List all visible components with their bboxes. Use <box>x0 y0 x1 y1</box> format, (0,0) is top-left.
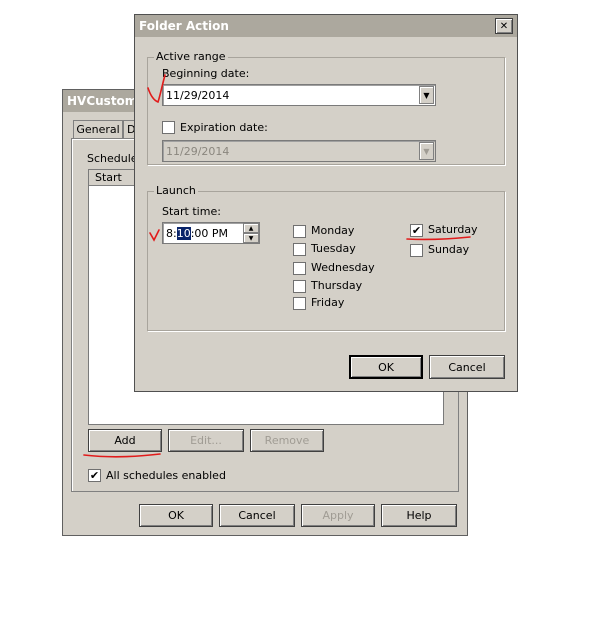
time-hour: 8: <box>166 226 177 240</box>
beginning-date-picker[interactable]: 11/29/2014 <box>162 84 436 106</box>
active-range-group: Active range Beginning date: 11/29/2014 … <box>147 50 505 165</box>
beginning-date-label: Beginning date: <box>162 67 250 80</box>
add-button[interactable]: Add <box>88 429 162 452</box>
launch-group: Launch Start time: 8: 10:00 PM ▲ ▼ Monday… <box>147 184 505 331</box>
saturday-checkbox[interactable]: ✔ <box>410 224 423 237</box>
launch-label: Launch <box>154 184 198 197</box>
sunday-label: Sunday <box>428 243 470 256</box>
tab-general-label: General <box>76 123 120 136</box>
time-minute-selected: 10 <box>176 226 191 240</box>
tuesday-label: Tuesday <box>311 242 356 255</box>
monday-label: Monday <box>311 224 355 237</box>
expiration-date-label: Expiration date: <box>180 121 268 134</box>
tuesday-checkbox[interactable] <box>293 243 306 256</box>
wednesday-checkbox[interactable] <box>293 262 306 275</box>
folder-action-cancel-button[interactable]: Cancel <box>429 355 505 379</box>
expiration-date-picker[interactable]: 11/29/2014 <box>162 140 436 162</box>
friday-label: Friday <box>311 296 345 309</box>
expiration-date-checkbox[interactable] <box>162 121 175 134</box>
time-rest: :00 PM <box>190 226 229 240</box>
tab-general[interactable]: General <box>73 120 123 138</box>
folder-action-ok-button[interactable]: OK <box>349 355 423 379</box>
thursday-checkbox[interactable] <box>293 280 306 293</box>
thursday-label: Thursday <box>311 279 363 292</box>
start-time-label: Start time: <box>162 205 221 218</box>
column-header-start-label: Start <box>95 171 122 184</box>
all-schedules-enabled-label: All schedules enabled <box>106 469 226 482</box>
properties-apply-button[interactable]: Apply <box>301 504 375 527</box>
properties-ok-button[interactable]: OK <box>139 504 213 527</box>
properties-cancel-button[interactable]: Cancel <box>219 504 295 527</box>
wednesday-label: Wednesday <box>311 261 375 274</box>
friday-checkbox[interactable] <box>293 297 306 310</box>
active-range-label: Active range <box>154 50 228 63</box>
spin-up-icon[interactable]: ▲ <box>243 223 259 233</box>
beginning-date-value: 11/29/2014 <box>166 88 230 102</box>
folder-action-title: Folder Action <box>139 19 229 33</box>
all-schedules-enabled-checkbox[interactable]: ✔ <box>88 469 101 482</box>
expiration-date-dropdown-icon[interactable]: ▼ <box>419 142 434 160</box>
remove-button[interactable]: Remove <box>250 429 324 452</box>
folder-action-dialog: Folder Action ✕ Active range Beginning d… <box>134 14 518 392</box>
folder-action-titlebar: Folder Action <box>135 15 517 37</box>
monday-checkbox[interactable] <box>293 225 306 238</box>
spin-down-icon[interactable]: ▼ <box>243 233 259 243</box>
saturday-label: Saturday <box>428 223 478 236</box>
beginning-date-dropdown-icon[interactable]: ▼ <box>419 86 434 104</box>
close-icon[interactable]: ✕ <box>495 18 513 34</box>
properties-help-button[interactable]: Help <box>381 504 457 527</box>
edit-button[interactable]: Edit... <box>168 429 244 452</box>
sunday-checkbox[interactable] <box>410 244 423 257</box>
expiration-date-value: 11/29/2014 <box>166 144 230 158</box>
